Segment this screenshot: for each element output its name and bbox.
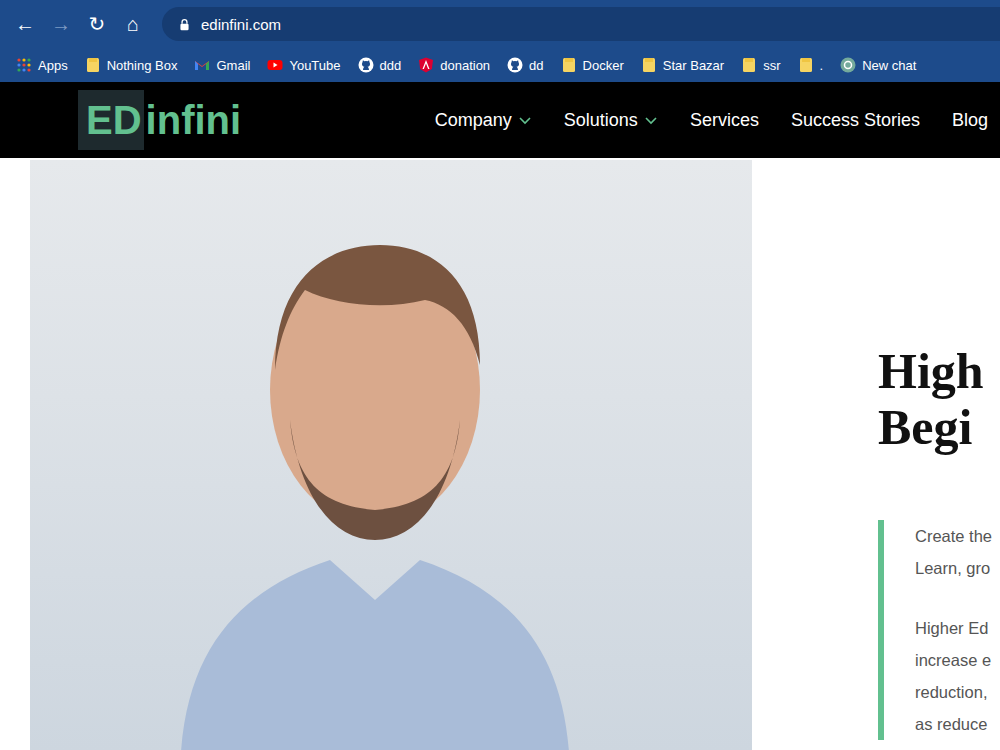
bookmark[interactable]: Nothing Box xyxy=(85,57,178,73)
reload-button[interactable]: ↻ xyxy=(82,9,112,39)
bookmark[interactable]: ddd xyxy=(358,57,402,73)
site-logo[interactable]: EDinfini xyxy=(78,90,241,150)
angular-icon xyxy=(418,57,434,73)
youtube-icon xyxy=(267,57,283,73)
bookmark-label[interactable]: ddd xyxy=(380,58,402,73)
main-menu: Company Solutions Services Success Stories B… xyxy=(435,110,988,131)
home-button[interactable]: ⌂ xyxy=(118,9,148,39)
folder-icon xyxy=(561,57,577,73)
person-photo xyxy=(180,220,570,750)
hero-heading: HighBegi xyxy=(878,343,1000,455)
bookmark[interactable]: dd xyxy=(507,57,543,73)
bookmark[interactable]: donation xyxy=(418,57,490,73)
menu-item[interactable]: Success Stories xyxy=(791,110,920,131)
site-header: EDinfini Company Solutions Services Success … xyxy=(0,82,1000,158)
lock-icon xyxy=(178,18,191,31)
paragraph-line: increase e xyxy=(915,644,1000,676)
logo-rest[interactable]: infini xyxy=(144,100,242,140)
bookmark[interactable]: Apps xyxy=(16,57,68,73)
paragraph: Create theLearn, gro xyxy=(915,520,1000,584)
menu-item[interactable]: Services xyxy=(690,110,759,131)
heading-line: High xyxy=(878,343,1000,399)
bookmark[interactable]: Gmail xyxy=(194,57,250,73)
menu-label[interactable]: Solutions xyxy=(564,110,638,131)
folder-icon xyxy=(741,57,757,73)
bookmark-label[interactable]: ssr xyxy=(763,58,780,73)
github-icon xyxy=(507,57,523,73)
hero-section: HighBegi Create theLearn, gro Higher Edinc… xyxy=(0,158,1000,750)
folder-icon xyxy=(85,57,101,73)
menu-item[interactable]: Blog xyxy=(952,110,988,131)
github-icon xyxy=(358,57,374,73)
bookmark-label[interactable]: Apps xyxy=(38,58,68,73)
bookmark-label[interactable]: New chat xyxy=(862,58,916,73)
bookmark-label[interactable]: donation xyxy=(440,58,490,73)
paragraph: Higher Edincrease ereduction,as reduce xyxy=(915,612,1000,740)
logo-ed[interactable]: ED xyxy=(78,90,144,150)
folder-icon xyxy=(641,57,657,73)
menu-item[interactable]: Company xyxy=(435,110,532,131)
menu-item[interactable]: Solutions xyxy=(564,110,658,131)
heading-line: Begi xyxy=(878,399,1000,455)
hero-photo xyxy=(30,160,752,750)
bookmark-label[interactable]: dd xyxy=(529,58,543,73)
apps-icon xyxy=(16,57,32,73)
url-field[interactable]: edinfini.com xyxy=(162,7,1000,41)
chevron-down-icon xyxy=(518,113,532,127)
bookmark[interactable]: ssr xyxy=(741,57,780,73)
bookmark[interactable]: Docker xyxy=(561,57,624,73)
menu-label[interactable]: Success Stories xyxy=(791,110,920,131)
bookmark-label[interactable]: Gmail xyxy=(216,58,250,73)
bookmark-label[interactable]: Docker xyxy=(583,58,624,73)
menu-label[interactable]: Services xyxy=(690,110,759,131)
hero-quote: Create theLearn, gro Higher Edincrease er… xyxy=(878,520,1000,740)
paragraph-line: Learn, gro xyxy=(915,552,1000,584)
paragraph-line: as reduce xyxy=(915,708,1000,740)
paragraph-line: Higher Ed xyxy=(915,612,1000,644)
bookmark-label[interactable]: Star Bazar xyxy=(663,58,724,73)
folder-icon xyxy=(798,57,814,73)
bookmarks-bar: Apps Nothing Box Gmail YouTube ddd donation dd… xyxy=(0,48,1000,82)
bookmark-label[interactable]: YouTube xyxy=(289,58,340,73)
menu-label[interactable]: Blog xyxy=(952,110,988,131)
menu-label[interactable]: Company xyxy=(435,110,512,131)
paragraph-line: Create the xyxy=(915,520,1000,552)
bookmark-label[interactable]: Nothing Box xyxy=(107,58,178,73)
hero-text: HighBegi Create theLearn, gro Higher Edinc… xyxy=(878,160,1000,750)
bookmark-label[interactable]: . xyxy=(820,58,824,73)
bookmark[interactable]: Star Bazar xyxy=(641,57,724,73)
chatgpt-icon xyxy=(840,57,856,73)
address-bar: ←→↻⌂ edinfini.com xyxy=(0,0,1000,48)
forward-button[interactable]: → xyxy=(46,9,76,39)
url-text[interactable]: edinfini.com xyxy=(201,16,281,33)
bookmark[interactable]: YouTube xyxy=(267,57,340,73)
back-button[interactable]: ← xyxy=(10,9,40,39)
bookmark[interactable]: . xyxy=(798,57,824,73)
gmail-icon xyxy=(194,57,210,73)
chevron-down-icon xyxy=(644,113,658,127)
paragraph-line: reduction, xyxy=(915,676,1000,708)
bookmark[interactable]: New chat xyxy=(840,57,916,73)
